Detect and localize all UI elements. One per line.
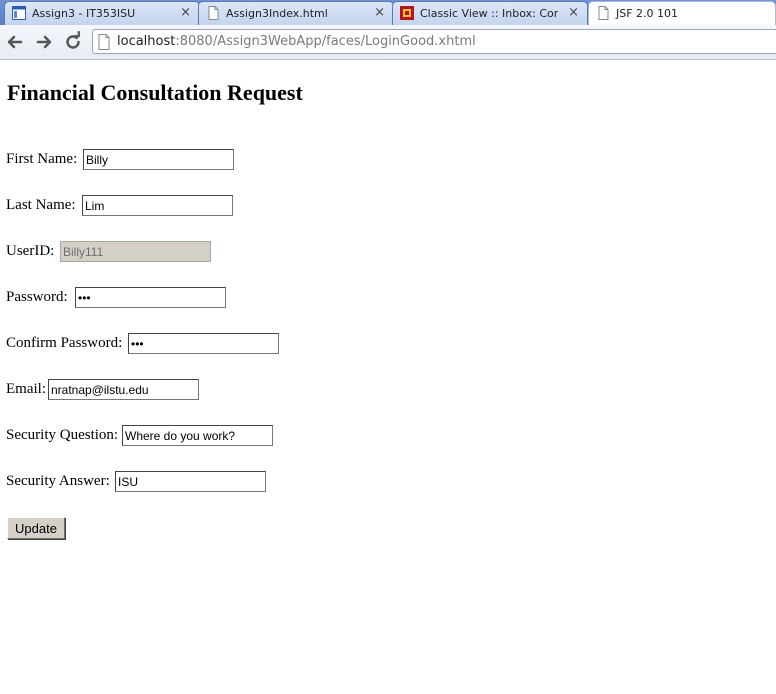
tab-label: Classic View :: Inbox: Congra	[420, 7, 558, 20]
user-id-label: UserID:	[6, 243, 55, 259]
forward-arrow-icon[interactable]	[33, 31, 55, 53]
security-answer-input[interactable]	[115, 471, 266, 492]
security-question-label: Security Question:	[6, 427, 119, 443]
first-name-input[interactable]	[83, 149, 234, 170]
password-input[interactable]	[75, 287, 226, 308]
tab-label: Assign3 - IT353ISU	[32, 7, 136, 20]
tab-strip: Assign3 - IT353ISU × Assign3Index.html ×…	[0, 0, 776, 27]
mail-logo-icon	[400, 6, 414, 20]
tab-label: Assign3Index.html	[226, 7, 328, 20]
close-tab-icon[interactable]: ×	[374, 5, 385, 21]
first-name-label: First Name:	[6, 151, 78, 167]
confirm-password-input[interactable]	[128, 333, 279, 354]
page-icon	[208, 6, 219, 20]
last-name-label: Last Name:	[6, 197, 76, 213]
page-icon	[598, 6, 609, 20]
address-bar[interactable]: localhost:8080/Assign3WebApp/faces/Login…	[92, 29, 776, 54]
close-tab-icon[interactable]: ×	[568, 5, 579, 21]
email-label: Email:	[6, 381, 46, 397]
user-id-input	[60, 241, 211, 262]
tab-assign3-it353isu[interactable]: Assign3 - IT353ISU ×	[4, 1, 200, 25]
tab-jsf-2-0-101[interactable]: JSF 2.0 101	[588, 1, 776, 27]
back-arrow-icon[interactable]	[4, 31, 26, 53]
browser-toolbar: localhost:8080/Assign3WebApp/faces/Login…	[0, 25, 776, 60]
security-answer-label: Security Answer:	[6, 473, 110, 489]
reload-icon[interactable]	[62, 31, 84, 53]
security-question-input[interactable]	[122, 425, 273, 446]
window-icon	[12, 6, 26, 20]
page-title: Financial Consultation Request	[7, 80, 303, 105]
page-content: Financial Consultation Request First Nam…	[0, 60, 776, 694]
tab-classic-view-inbox[interactable]: Classic View :: Inbox: Congra ×	[392, 1, 588, 25]
last-name-input[interactable]	[82, 195, 233, 216]
page-icon	[98, 34, 110, 50]
tab-label: JSF 2.0 101	[616, 7, 679, 20]
url-host: localhost	[117, 34, 176, 49]
password-label: Password:	[6, 289, 68, 305]
url-text[interactable]: localhost:8080/Assign3WebApp/faces/Login…	[117, 34, 476, 49]
confirm-password-label: Confirm Password:	[6, 335, 123, 351]
tab-assign3index[interactable]: Assign3Index.html ×	[198, 1, 394, 25]
update-button[interactable]: Update	[7, 517, 65, 539]
url-path: :8080/Assign3WebApp/faces/LoginGood.xhtm…	[175, 34, 476, 49]
close-tab-icon[interactable]: ×	[180, 5, 191, 21]
email-input[interactable]	[48, 379, 199, 400]
